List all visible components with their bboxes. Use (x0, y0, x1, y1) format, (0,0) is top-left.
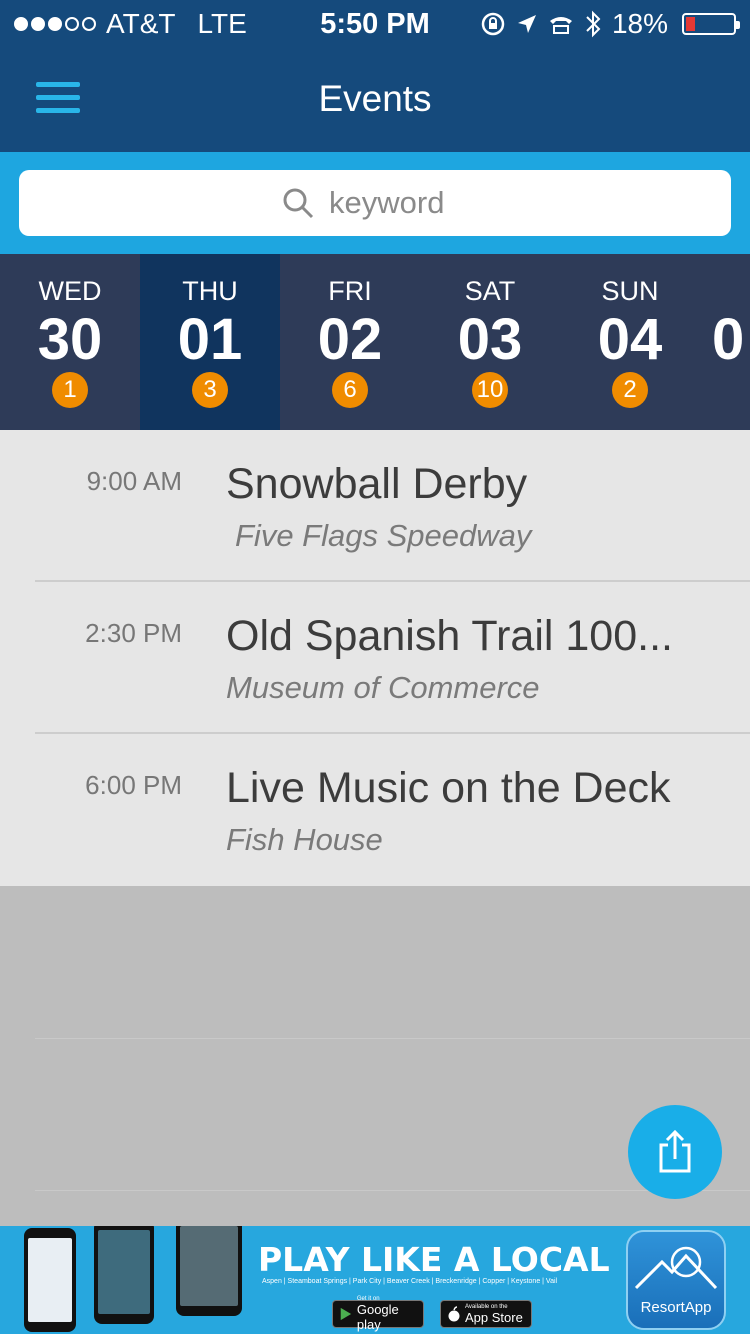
event-row[interactable]: 6:00 PM Live Music on the Deck Fish Hous… (0, 734, 750, 886)
mountain-logo-icon (634, 1246, 718, 1290)
ad-banner[interactable]: PLAY LIKE A LOCAL Aspen | Steamboat Spri… (0, 1226, 750, 1334)
day-of-week: THU (182, 276, 238, 306)
status-right: 18% (480, 8, 740, 40)
search-icon (283, 188, 314, 219)
day-number: 30 (37, 307, 103, 372)
event-count-badge: 10 (472, 372, 508, 408)
event-venue: Museum of Commerce (226, 670, 540, 705)
tty-icon (549, 17, 572, 34)
event-time: 9:00 AM (86, 466, 182, 496)
day-number: 0 (712, 307, 745, 372)
event-count-badge: 6 (332, 372, 368, 408)
empty-row-divider (35, 1038, 750, 1039)
day-number: 01 (177, 307, 243, 372)
google-play-button[interactable]: Get it on Google play (332, 1296, 424, 1332)
rotation-lock-icon (481, 12, 505, 36)
navigation-bar: Events (0, 52, 750, 152)
apple-icon (448, 1306, 460, 1322)
day-tab-next[interactable]: 0 (700, 254, 750, 430)
phone-image (94, 1226, 154, 1324)
day-of-week: SUN (601, 276, 659, 306)
phone-image (176, 1226, 242, 1316)
phone-image (24, 1228, 76, 1332)
event-title: Live Music on the Deck (226, 764, 671, 812)
event-title: Old Spanish Trail 100... (226, 612, 673, 660)
battery-icon (682, 13, 740, 35)
search-input[interactable] (329, 185, 469, 221)
app-store-button[interactable]: Available on the App Store (440, 1300, 532, 1328)
day-tab-thu[interactable]: THU 01 3 (140, 254, 280, 430)
day-of-week: SAT (464, 276, 516, 306)
event-count-badge: 1 (52, 372, 88, 408)
location-arrow-icon (517, 15, 536, 33)
event-row[interactable]: 9:00 AM Snowball Derby Five Flags Speedw… (0, 430, 750, 582)
google-play-icon (340, 1307, 352, 1321)
event-venue: Fish House (226, 822, 383, 857)
event-venue: Five Flags Speedway (235, 518, 532, 553)
day-tab-fri[interactable]: FRI 02 6 (280, 254, 420, 430)
day-tab-sun[interactable]: SUN 04 2 (560, 254, 700, 430)
google-play-big: Google play (356, 1302, 399, 1332)
battery-percent: 18% (611, 8, 668, 39)
day-number: 04 (597, 307, 663, 372)
date-selector: WED 30 1 THU 01 3 FRI 02 6 SAT 03 10 SUN… (0, 254, 750, 430)
event-time: 2:30 PM (85, 618, 182, 648)
share-button[interactable] (628, 1105, 722, 1199)
day-number: 03 (457, 307, 523, 372)
empty-row-divider (35, 1190, 750, 1191)
ad-locations: Aspen | Steamboat Springs | Park City | … (262, 1278, 558, 1285)
search-bar (0, 152, 750, 254)
day-of-week: FRI (328, 276, 372, 306)
status-bar: AT&T LTE 5:50 PM 18% (0, 0, 750, 52)
day-tab-sat[interactable]: SAT 03 10 (420, 254, 560, 430)
day-number: 02 (317, 307, 383, 372)
event-title: Snowball Derby (226, 460, 528, 508)
ad-headline: PLAY LIKE A LOCAL (258, 1240, 610, 1279)
share-icon (659, 1129, 691, 1173)
event-count-badge: 2 (612, 372, 648, 408)
app-store-big: App Store (465, 1309, 523, 1325)
event-count-badge: 3 (192, 372, 228, 408)
page-title: Events (318, 78, 432, 119)
event-time: 6:00 PM (85, 770, 182, 800)
day-of-week: WED (38, 276, 102, 306)
events-list: 9:00 AM Snowball Derby Five Flags Speedw… (0, 430, 750, 886)
search-field[interactable] (19, 170, 731, 236)
resortapp-icon[interactable]: ResortApp (626, 1230, 726, 1330)
event-row[interactable]: 2:30 PM Old Spanish Trail 100... Museum … (0, 582, 750, 734)
resortapp-label: ResortApp (640, 1299, 712, 1316)
bluetooth-icon (586, 10, 601, 38)
day-tab-wed[interactable]: WED 30 1 (0, 254, 140, 430)
